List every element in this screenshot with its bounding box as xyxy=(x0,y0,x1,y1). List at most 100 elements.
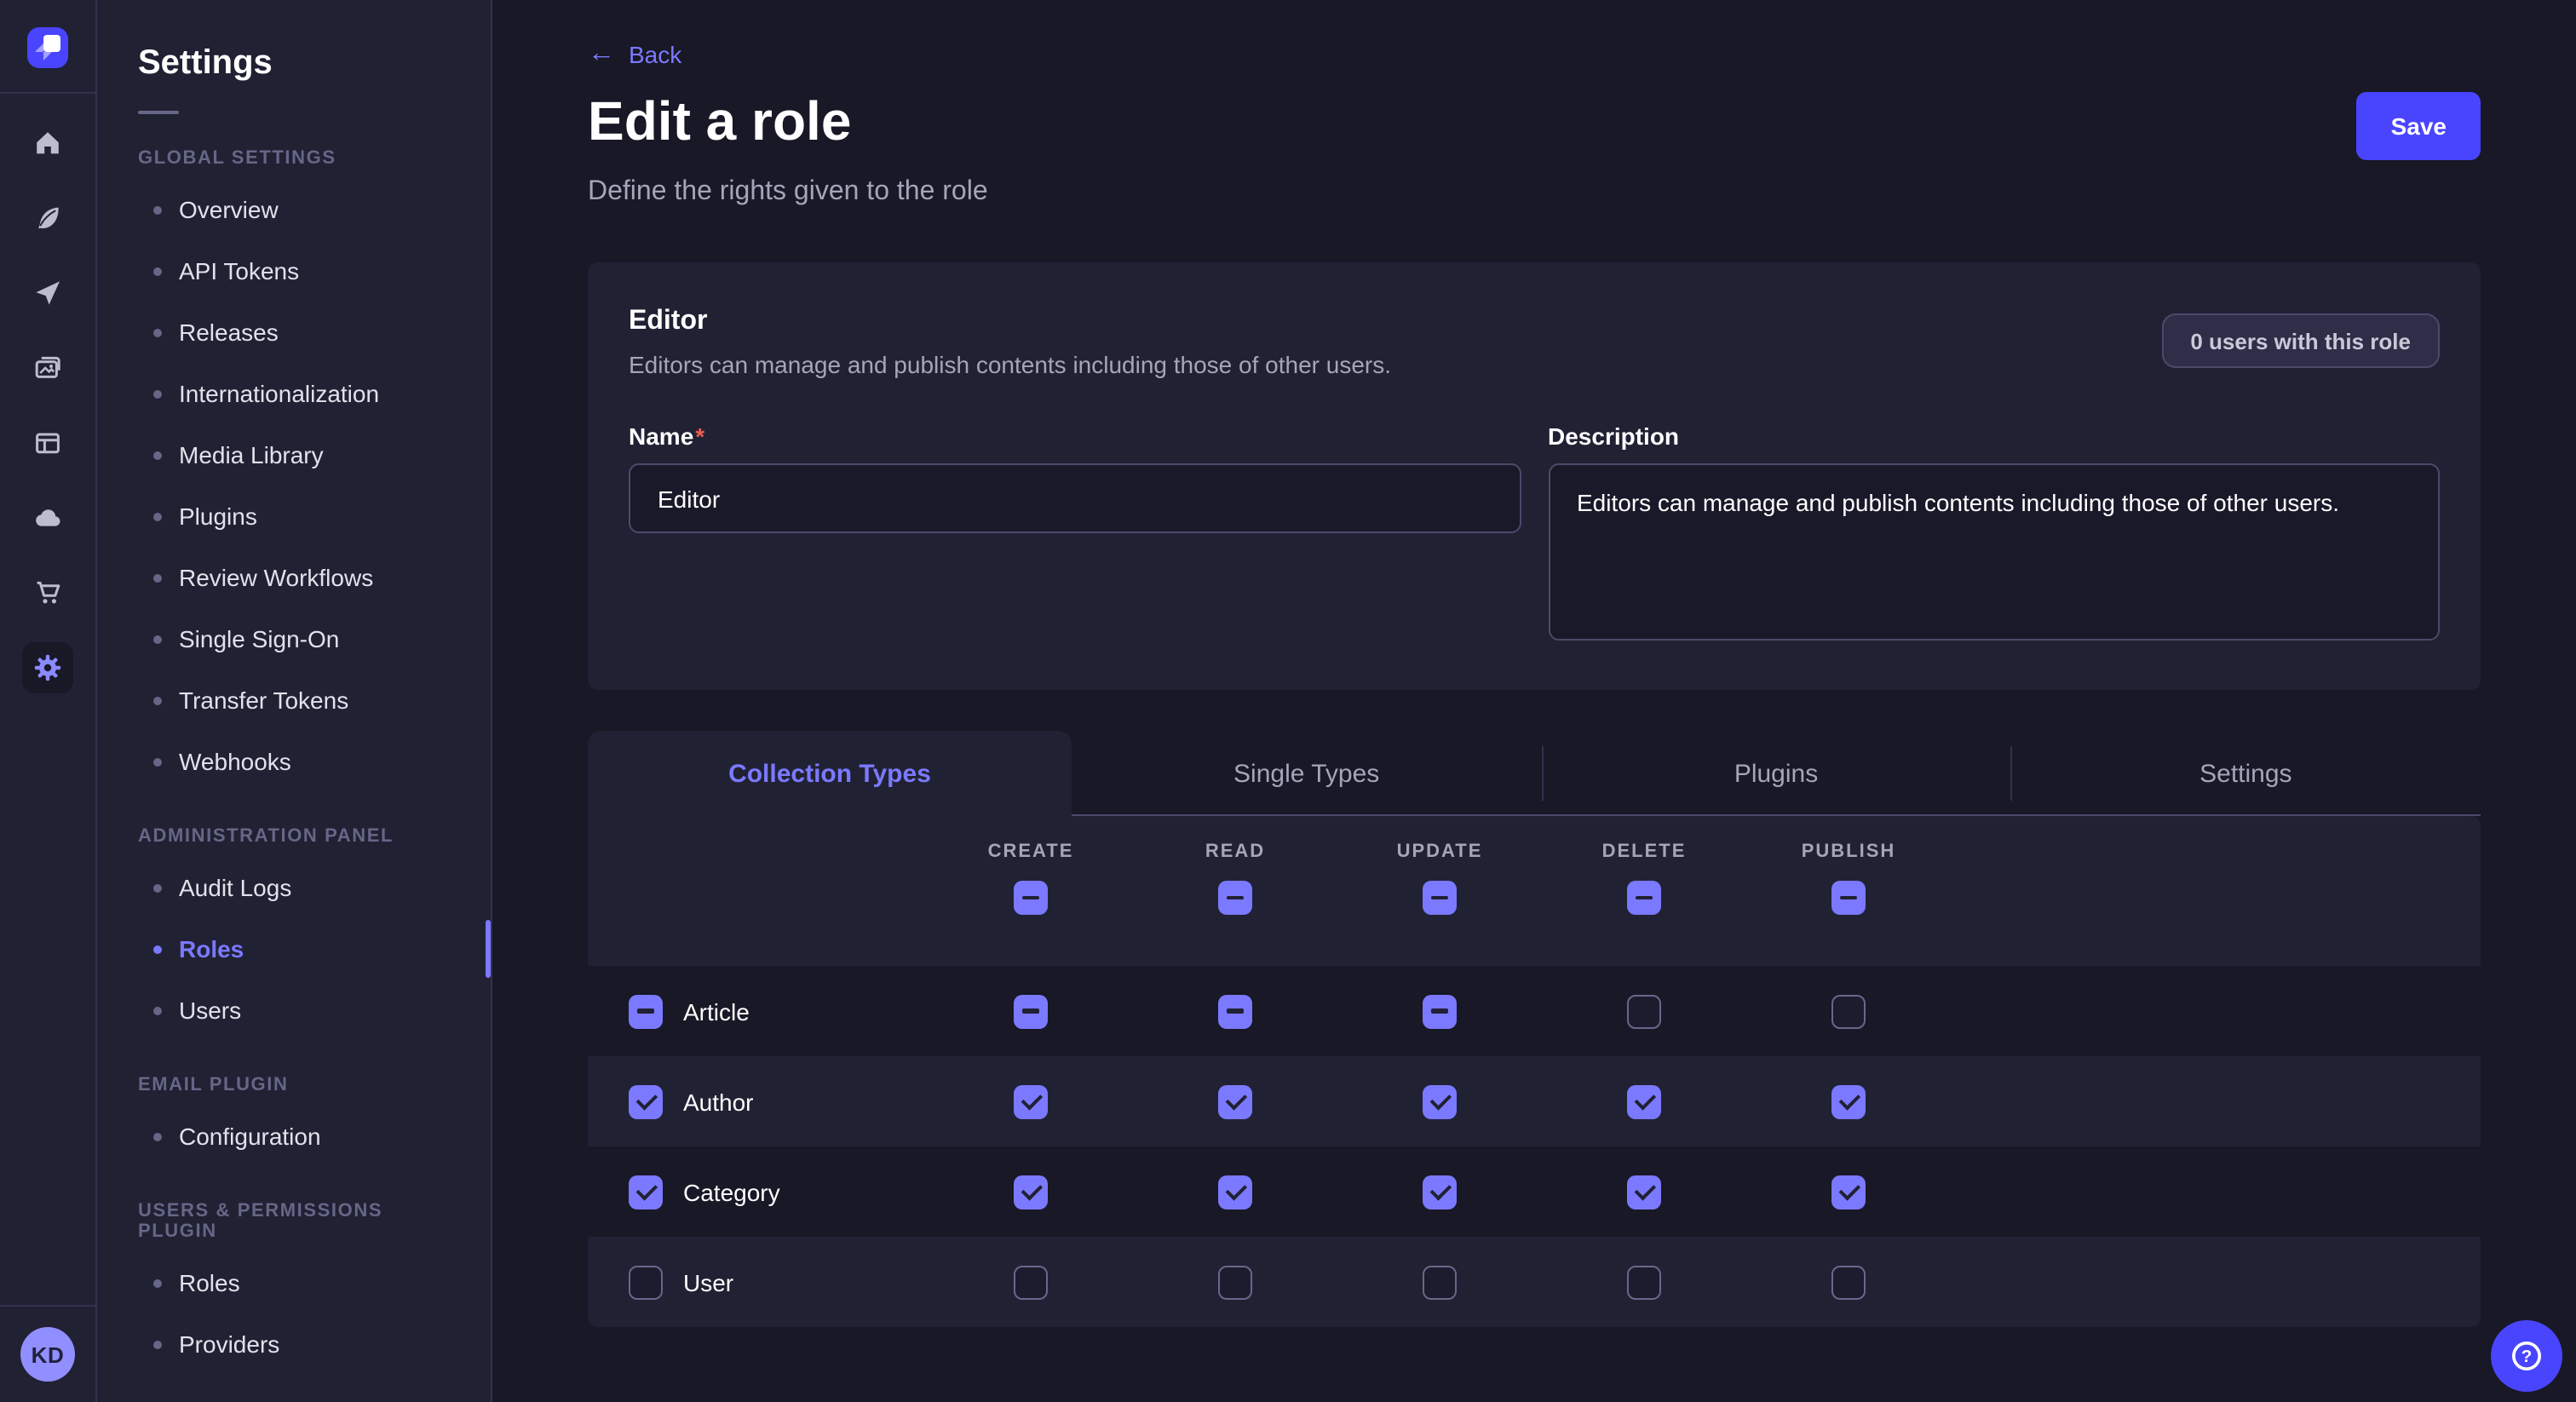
sidebar-item[interactable]: Webhooks xyxy=(138,731,463,792)
strapi-logo[interactable] xyxy=(27,27,68,68)
description-textarea[interactable]: Editors can manage and publish contents … xyxy=(1548,463,2440,641)
permission-row: Category xyxy=(588,1146,2481,1237)
name-input[interactable] xyxy=(629,463,1521,533)
rail-divider xyxy=(0,92,95,94)
permissions-tab[interactable]: Single Types xyxy=(1072,731,1541,816)
permission-checkbox[interactable] xyxy=(1218,994,1252,1028)
permissions-tab[interactable]: Plugins xyxy=(1541,731,2010,816)
help-button[interactable]: ? xyxy=(2491,1320,2562,1392)
rail-divider xyxy=(0,1305,95,1307)
sidebar-item[interactable]: Media Library xyxy=(138,424,463,486)
avatar[interactable]: KD xyxy=(20,1327,75,1382)
permission-cell-publish xyxy=(1746,1265,1951,1299)
permission-checkbox[interactable] xyxy=(1014,1084,1048,1118)
permissions-tab[interactable]: Collection Types xyxy=(588,731,1072,816)
required-asterisk: * xyxy=(695,422,704,450)
cloud-icon[interactable] xyxy=(32,503,63,533)
permission-checkbox[interactable] xyxy=(1014,994,1048,1028)
row-select-all-checkbox[interactable] xyxy=(629,1084,663,1118)
row-select-all-checkbox[interactable] xyxy=(629,1175,663,1209)
sidebar-item[interactable]: Plugins xyxy=(138,486,463,547)
sidebar-item[interactable]: Single Sign-On xyxy=(138,608,463,669)
permission-checkbox[interactable] xyxy=(1831,1265,1866,1299)
media-pictures-icon[interactable] xyxy=(32,353,63,383)
permission-checkbox[interactable] xyxy=(1627,994,1661,1028)
shopping-cart-icon[interactable] xyxy=(32,577,63,608)
sidebar-title: Settings xyxy=(138,44,463,83)
column-select-all-checkbox[interactable] xyxy=(1014,881,1048,915)
permission-cell-publish xyxy=(1746,1084,1951,1118)
sidebar-item-label: Configuration xyxy=(179,1123,321,1150)
section-list-email: Configuration xyxy=(138,1106,463,1167)
sidebar-item[interactable]: Overview xyxy=(138,179,463,240)
permission-cell-delete xyxy=(1542,1084,1746,1118)
role-form-fields: Name* Description Editors can manage and… xyxy=(629,422,2440,649)
permission-checkbox[interactable] xyxy=(1627,1265,1661,1299)
svg-text:?: ? xyxy=(2521,1347,2533,1366)
sidebar-item[interactable]: Internationalization xyxy=(138,363,463,424)
column-select-all-checkbox[interactable] xyxy=(1627,881,1661,915)
column-select-all-checkbox[interactable] xyxy=(1831,881,1866,915)
content-type-label: Author xyxy=(683,1088,754,1115)
permission-column-label: READ xyxy=(1205,842,1265,862)
permission-checkbox[interactable] xyxy=(1831,994,1866,1028)
permission-checkbox[interactable] xyxy=(1627,1175,1661,1209)
paper-plane-icon[interactable] xyxy=(32,278,63,308)
sidebar-item-label: Releases xyxy=(179,319,279,346)
nav-rail: KD xyxy=(0,0,97,1402)
permission-cell-create xyxy=(929,994,1133,1028)
permission-checkbox[interactable] xyxy=(1218,1265,1252,1299)
feather-pen-icon[interactable] xyxy=(32,203,63,233)
permission-checkbox[interactable] xyxy=(1831,1175,1866,1209)
sidebar-item[interactable]: Roles xyxy=(138,918,463,980)
settings-nav-active[interactable] xyxy=(22,642,73,693)
sidebar-item[interactable]: Review Workflows xyxy=(138,547,463,608)
permissions-tab[interactable]: Settings xyxy=(2011,731,2481,816)
sidebar-item[interactable]: Releases xyxy=(138,302,463,363)
column-select-all-checkbox[interactable] xyxy=(1218,881,1252,915)
save-button[interactable]: Save xyxy=(2357,92,2481,160)
sidebar-item[interactable]: Audit Logs xyxy=(138,857,463,918)
content-type-label: User xyxy=(683,1268,733,1296)
sidebar-item[interactable]: Configuration xyxy=(138,1106,463,1167)
permission-checkbox[interactable] xyxy=(1014,1175,1048,1209)
sidebar-item[interactable]: Roles xyxy=(138,1252,463,1313)
back-link[interactable]: ← Back xyxy=(588,41,681,68)
bullet-icon xyxy=(153,1278,162,1287)
permissions-header-row: CREATE READ UPDATE xyxy=(588,816,2481,966)
settings-sidebar: Settings GLOBAL SETTINGS Overview API To… xyxy=(97,0,492,1402)
gear-icon xyxy=(32,652,63,683)
permission-checkbox[interactable] xyxy=(1423,1175,1457,1209)
section-list-users-permissions: Roles Providers xyxy=(138,1252,463,1375)
permission-checkbox[interactable] xyxy=(1218,1175,1252,1209)
users-with-role-badge[interactable]: 0 users with this role xyxy=(2161,313,2440,368)
tab-label: Collection Types xyxy=(728,759,931,788)
layout-panel-icon[interactable] xyxy=(32,428,63,458)
permission-cell-read xyxy=(1133,1175,1337,1209)
role-description-text: Editors can manage and publish contents … xyxy=(629,351,1391,378)
row-select-all-checkbox[interactable] xyxy=(629,994,663,1028)
sidebar-item[interactable]: Users xyxy=(138,980,463,1041)
permission-checkbox[interactable] xyxy=(1014,1265,1048,1299)
permission-checkbox[interactable] xyxy=(1423,994,1457,1028)
row-select-all-checkbox[interactable] xyxy=(629,1265,663,1299)
bullet-icon xyxy=(153,945,162,953)
back-label: Back xyxy=(629,41,681,68)
back-arrow-icon: ← xyxy=(588,41,615,68)
column-select-all-checkbox[interactable] xyxy=(1423,881,1457,915)
permission-checkbox[interactable] xyxy=(1423,1265,1457,1299)
permission-checkbox[interactable] xyxy=(1627,1084,1661,1118)
permission-checkbox[interactable] xyxy=(1831,1084,1866,1118)
sidebar-item[interactable]: Providers xyxy=(138,1313,463,1375)
sidebar-item[interactable]: Transfer Tokens xyxy=(138,669,463,731)
permission-cell-create xyxy=(929,1084,1133,1118)
home-icon[interactable] xyxy=(32,128,63,158)
content-type-label: Article xyxy=(683,997,750,1025)
permission-row: Author xyxy=(588,1056,2481,1146)
permission-checkbox[interactable] xyxy=(1423,1084,1457,1118)
bullet-icon xyxy=(153,451,162,459)
row-lead-cell: Author xyxy=(588,1084,929,1118)
permission-checkbox[interactable] xyxy=(1218,1084,1252,1118)
sidebar-item[interactable]: API Tokens xyxy=(138,240,463,302)
bullet-icon xyxy=(153,328,162,336)
